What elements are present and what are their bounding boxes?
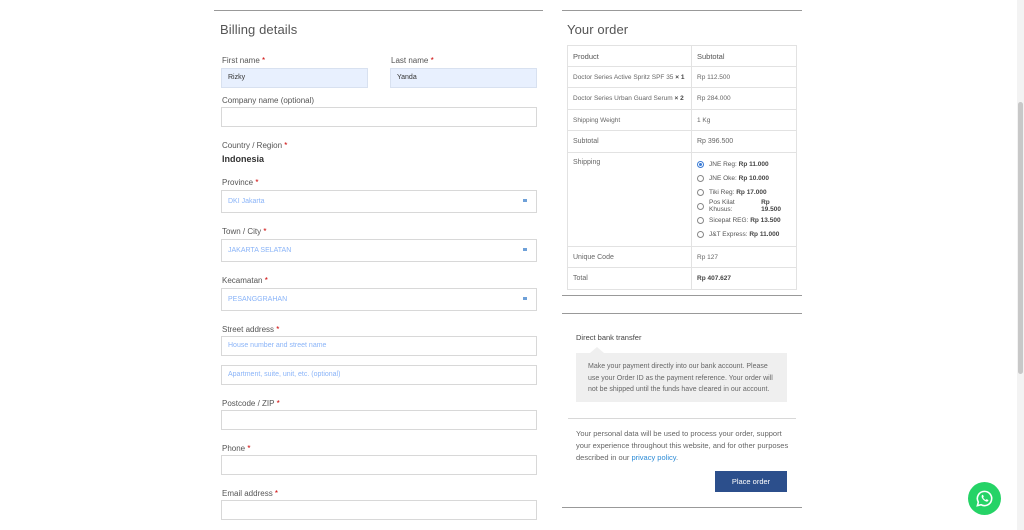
- table-row: Shipping Weight 1 Kg: [567, 109, 797, 131]
- shipping-option-jne-reg[interactable]: JNE Reg: Rp 11.000: [697, 157, 791, 171]
- order-table-header: Product Subtotal: [567, 45, 797, 67]
- town-value: JAKARTA SELATAN: [228, 247, 292, 254]
- select-arrow-icon: [523, 297, 527, 300]
- select-arrow-icon: [523, 199, 527, 202]
- total-label: Total: [567, 267, 692, 290]
- company-input[interactable]: [221, 107, 537, 127]
- place-order-button[interactable]: Place order: [715, 471, 787, 492]
- shipping-option-sicepat-reg[interactable]: Sicepat REG: Rp 13.500: [697, 213, 791, 227]
- street-input-1[interactable]: House number and street name: [221, 336, 537, 356]
- payment-top-rule: [562, 313, 802, 314]
- order-title: Your order: [567, 22, 629, 37]
- email-label: Email address *: [222, 489, 279, 498]
- select-arrow-icon: [523, 248, 527, 251]
- street-label: Street address *: [222, 325, 280, 334]
- order-table: Product Subtotal Doctor Series Active Sp…: [567, 45, 797, 290]
- shipping-option-jne-oke[interactable]: JNE Oke: Rp 10.000: [697, 171, 791, 185]
- payment-bottom-rule: [562, 507, 802, 508]
- item-qty: × 1: [675, 73, 685, 81]
- company-label: Company name (optional): [222, 96, 315, 105]
- kecamatan-label: Kecamatan *: [222, 276, 268, 285]
- shipping-weight-label: Shipping Weight: [567, 109, 692, 131]
- shipping-label: Shipping: [567, 152, 692, 247]
- subtotal-value: Rp 396.500: [691, 130, 797, 153]
- payment-description: Make your payment directly into our bank…: [576, 353, 787, 402]
- shipping-weight-value: 1 Kg: [691, 109, 797, 131]
- first-name-input[interactable]: Rizky: [221, 68, 368, 88]
- table-row: Doctor Series Active Spritz SPF 35 × 1 R…: [567, 66, 797, 88]
- item-name: Doctor Series Urban Guard Serum: [573, 95, 673, 102]
- last-name-label: Last name *: [391, 56, 434, 65]
- country-value: Indonesia: [222, 154, 265, 164]
- table-row: Unique Code Rp 127: [567, 246, 797, 268]
- phone-input[interactable]: [221, 455, 537, 475]
- item-price: Rp 112.500: [691, 66, 797, 88]
- table-row: Shipping JNE Reg: Rp 11.000 JNE Oke: Rp …: [567, 152, 797, 247]
- first-name-label: First name *: [222, 56, 266, 65]
- postcode-input[interactable]: [221, 410, 537, 430]
- table-row: Doctor Series Urban Guard Serum × 2 Rp 2…: [567, 87, 797, 110]
- province-value: DKI Jakarta: [228, 198, 265, 205]
- postcode-label: Postcode / ZIP *: [222, 399, 280, 408]
- col-subtotal: Subtotal: [691, 45, 797, 67]
- scrollbar-thumb[interactable]: [1018, 102, 1023, 374]
- province-select[interactable]: DKI Jakarta: [221, 190, 537, 213]
- whatsapp-icon: [976, 490, 993, 507]
- radio-selected-icon[interactable]: [697, 160, 704, 168]
- radio-icon[interactable]: [697, 188, 704, 196]
- total-value: Rp 407.627: [697, 275, 731, 282]
- shipping-option-pos-kilat[interactable]: Pos Kilat Khusus: Rp 19.500: [697, 199, 791, 213]
- payment-divider: [568, 418, 796, 419]
- province-label: Province *: [222, 178, 259, 187]
- kecamatan-value: PESANGGRAHAN: [228, 296, 288, 303]
- billing-title: Billing details: [220, 22, 298, 37]
- kecamatan-select[interactable]: PESANGGRAHAN: [221, 288, 537, 311]
- col-product: Product: [567, 45, 692, 67]
- unique-code-label: Unique Code: [567, 246, 692, 268]
- shipping-options: JNE Reg: Rp 11.000 JNE Oke: Rp 10.000 Ti…: [691, 152, 797, 247]
- radio-icon[interactable]: [697, 202, 704, 210]
- phone-label: Phone *: [222, 444, 251, 453]
- radio-icon[interactable]: [697, 230, 704, 238]
- shipping-option-jt-express[interactable]: J&T Express: Rp 11.000: [697, 227, 791, 241]
- unique-code-value: Rp 127: [691, 246, 797, 268]
- privacy-notice: Your personal data will be used to proce…: [576, 429, 789, 462]
- billing-top-rule: [214, 10, 543, 11]
- street-input-2[interactable]: Apartment, suite, unit, etc. (optional): [221, 365, 537, 385]
- item-price: Rp 284.000: [691, 87, 797, 110]
- table-row: Total Rp 407.627: [567, 267, 797, 290]
- last-name-input[interactable]: Yanda: [390, 68, 537, 88]
- item-qty: × 2: [674, 95, 684, 102]
- subtotal-label: Subtotal: [567, 130, 692, 153]
- email-input[interactable]: [221, 500, 537, 520]
- radio-icon[interactable]: [697, 216, 704, 224]
- town-label: Town / City *: [222, 227, 267, 236]
- privacy-policy-link[interactable]: privacy policy: [631, 453, 675, 462]
- order-table-bottom-rule: [562, 295, 802, 296]
- payment-method-direct-bank[interactable]: Direct bank transfer: [576, 333, 641, 342]
- radio-icon[interactable]: [697, 174, 704, 182]
- country-label: Country / Region *: [222, 141, 288, 150]
- town-select[interactable]: JAKARTA SELATAN: [221, 239, 537, 262]
- item-name: Doctor Series Active Spritz SPF 35: [573, 73, 674, 81]
- shipping-option-tiki-reg[interactable]: Tiki Reg: Rp 17.000: [697, 185, 791, 199]
- whatsapp-button[interactable]: [968, 482, 1001, 515]
- order-top-rule: [562, 10, 802, 11]
- table-row: Subtotal Rp 396.500: [567, 130, 797, 153]
